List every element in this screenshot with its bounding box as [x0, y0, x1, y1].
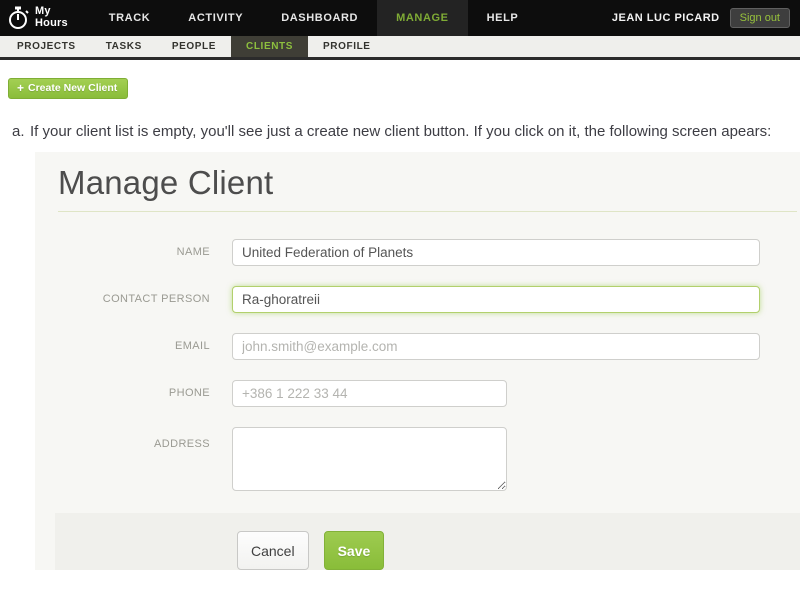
top-nav-items: TRACK ACTIVITY DASHBOARD MANAGE HELP: [90, 0, 538, 36]
address-label: ADDRESS: [154, 438, 210, 451]
subnav-item-projects[interactable]: PROJECTS: [2, 36, 91, 57]
top-nav-right: JEAN LUC PICARD Sign out: [612, 0, 800, 36]
form-row-contact-person: CONTACT PERSON: [35, 286, 800, 314]
instruction-text: If your client list is empty, you'll see…: [30, 123, 772, 140]
nav-item-track[interactable]: TRACK: [90, 0, 170, 36]
contact-person-input[interactable]: [232, 286, 760, 314]
create-new-client-button[interactable]: + Create New Client: [8, 78, 129, 99]
form-footer: Cancel Save: [55, 513, 800, 571]
stopwatch-icon: [7, 5, 31, 31]
save-button[interactable]: Save: [323, 531, 385, 571]
name-input[interactable]: [232, 239, 760, 267]
nav-item-activity[interactable]: ACTIVITY: [169, 0, 262, 36]
content-area: + Create New Client a. If your client li…: [0, 60, 800, 144]
myhours-logo[interactable]: My Hours: [0, 0, 78, 36]
form-row-name: NAME: [35, 239, 800, 267]
form-row-phone: PHONE: [35, 380, 800, 408]
page-title: Manage Client: [58, 164, 797, 213]
address-textarea[interactable]: [232, 427, 507, 492]
email-label: EMAIL: [174, 340, 210, 353]
phone-input[interactable]: [232, 380, 507, 408]
nav-item-manage[interactable]: MANAGE: [377, 0, 468, 36]
form-row-address: ADDRESS: [35, 427, 800, 496]
list-marker: a.: [12, 123, 25, 140]
email-input[interactable]: [232, 333, 760, 361]
name-label: NAME: [176, 246, 210, 259]
manage-client-panel: Manage Client NAME CONTACT PERSON EMAIL …: [35, 152, 800, 571]
subnav-item-profile[interactable]: PROFILE: [308, 36, 386, 57]
instruction-note: a. If your client list is empty, you'll …: [12, 120, 784, 143]
nav-item-dashboard[interactable]: DASHBOARD: [262, 0, 377, 36]
create-new-client-label: Create New Client: [28, 82, 118, 94]
contact-person-label: CONTACT PERSON: [102, 293, 210, 306]
logo-text: My Hours: [35, 5, 68, 29]
nav-item-help[interactable]: HELP: [468, 0, 538, 36]
sign-out-button[interactable]: Sign out: [729, 8, 790, 28]
sub-nav: PROJECTS TASKS PEOPLE CLIENTS PROFILE: [0, 36, 800, 60]
phone-label: PHONE: [168, 387, 210, 400]
form-row-email: EMAIL: [35, 333, 800, 361]
plus-icon: +: [17, 81, 25, 95]
top-nav: My Hours TRACK ACTIVITY DASHBOARD MANAGE…: [0, 0, 800, 36]
subnav-item-people[interactable]: PEOPLE: [157, 36, 231, 57]
cancel-button[interactable]: Cancel: [237, 531, 309, 571]
client-form: NAME CONTACT PERSON EMAIL PHONE ADDRESS: [35, 239, 800, 496]
user-name: JEAN LUC PICARD: [611, 12, 720, 24]
subnav-item-tasks[interactable]: TASKS: [91, 36, 157, 57]
subnav-item-clients[interactable]: CLIENTS: [231, 36, 309, 57]
